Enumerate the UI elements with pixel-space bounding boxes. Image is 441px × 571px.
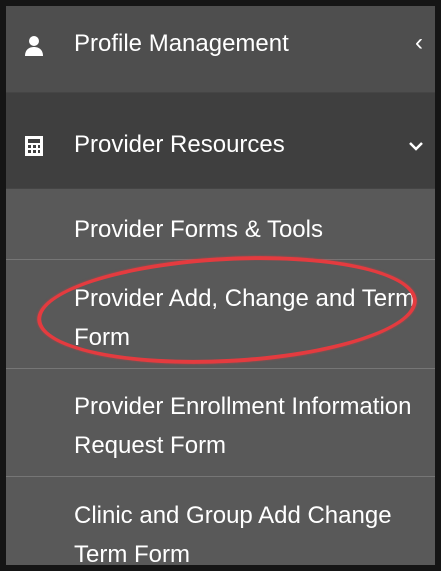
calculator-icon	[25, 136, 43, 156]
submenu-item-provider-forms-tools[interactable]: Provider Forms & Tools	[6, 189, 435, 260]
submenu-item-provider-add-change-term[interactable]: Provider Add, Change and Term Form	[6, 260, 435, 369]
profile-management-label: Profile Management	[74, 30, 289, 57]
submenu-item-clinic-group-form[interactable]: Clinic and Group Add Change Term Form	[6, 477, 435, 568]
sidebar-menu: Profile Management ‹ Provider Resources …	[0, 0, 441, 571]
submenu-item-label: Provider Forms & Tools	[74, 216, 323, 243]
sidebar-item-profile-management[interactable]: Profile Management ‹	[6, 6, 435, 93]
submenu-item-label: Provider Enrollment Information Request …	[74, 393, 412, 459]
provider-resources-submenu: Provider Forms & Tools Provider Add, Cha…	[6, 189, 435, 565]
sidebar-item-provider-resources[interactable]: Provider Resources	[6, 93, 435, 189]
user-icon	[25, 36, 43, 56]
chevron-left-icon[interactable]: ‹	[415, 29, 423, 57]
chevron-down-icon[interactable]	[408, 141, 424, 153]
provider-resources-label: Provider Resources	[74, 131, 285, 158]
submenu-item-label: Clinic and Group Add Change Term Form	[74, 502, 392, 568]
submenu-item-label: Provider Add, Change and Term Form	[74, 285, 416, 351]
submenu-item-provider-enrollment-request[interactable]: Provider Enrollment Information Request …	[6, 369, 435, 477]
